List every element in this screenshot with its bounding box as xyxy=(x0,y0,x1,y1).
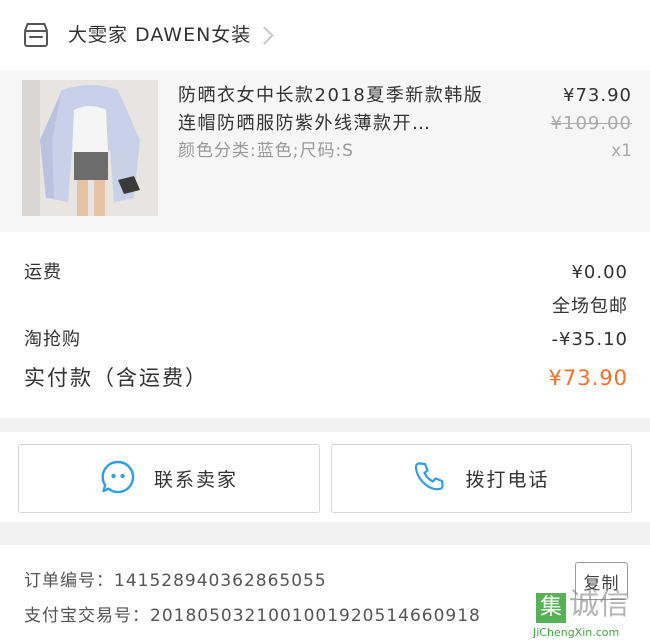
call-phone-button[interactable]: 拨打电话 xyxy=(331,444,632,513)
watermark-site: JiChengXin.com xyxy=(533,626,620,639)
fee-summary: 运费 ¥0.00 全场包邮 淘抢购 -¥35.10 实付款（含运费） ¥73.9… xyxy=(0,232,650,418)
contact-seller-button[interactable]: 联系卖家 xyxy=(18,444,320,513)
alipay-number: 2018050321001001920514660918 xyxy=(150,606,481,626)
chevron-right-icon xyxy=(255,26,274,45)
product-item[interactable]: 防晒衣女中长款2018夏季新款韩版连帽防晒服防紫外线薄款开… 颜色分类:蓝色;尺… xyxy=(0,70,650,232)
product-price: ¥73.90 xyxy=(563,85,632,106)
product-quantity: x1 xyxy=(611,141,632,161)
total-label: 实付款（含运费） xyxy=(24,366,208,390)
store-icon xyxy=(22,22,50,48)
alipay-number-row: 支付宝交易号：2018050321001001920514660918 xyxy=(24,603,481,629)
product-attributes: 颜色分类:蓝色;尺码:S xyxy=(178,141,354,161)
order-number-label: 订单编号： xyxy=(24,571,114,591)
store-header[interactable]: 大雯家 DAWEN女装 xyxy=(0,0,650,70)
watermark-logo: 集 xyxy=(536,593,566,623)
shipping-label: 运费 xyxy=(24,262,62,283)
discount-value: -¥35.10 xyxy=(551,329,628,350)
product-image xyxy=(22,80,158,216)
alipay-number-label: 支付宝交易号： xyxy=(24,606,150,626)
shipping-value: ¥0.00 xyxy=(571,262,628,283)
call-phone-label: 拨打电话 xyxy=(465,469,550,491)
action-bar: 联系卖家 拨打电话 xyxy=(0,432,650,522)
phone-icon xyxy=(413,460,447,498)
order-number: 141528940362865055 xyxy=(114,571,327,591)
order-number-row: 订单编号：141528940362865055 xyxy=(24,568,327,594)
shipping-note: 全场包邮 xyxy=(552,296,628,317)
product-original-price: ¥109.00 xyxy=(550,113,632,134)
product-title: 防晒衣女中长款2018夏季新款韩版连帽防晒服防紫外线薄款开… xyxy=(178,85,484,134)
chat-icon xyxy=(100,459,136,499)
contact-seller-label: 联系卖家 xyxy=(153,469,238,491)
store-name: 大雯家 DAWEN女装 xyxy=(68,24,252,46)
total-value: ¥73.90 xyxy=(548,366,628,390)
watermark-name: 诚信 xyxy=(569,587,629,622)
discount-label: 淘抢购 xyxy=(24,329,81,350)
